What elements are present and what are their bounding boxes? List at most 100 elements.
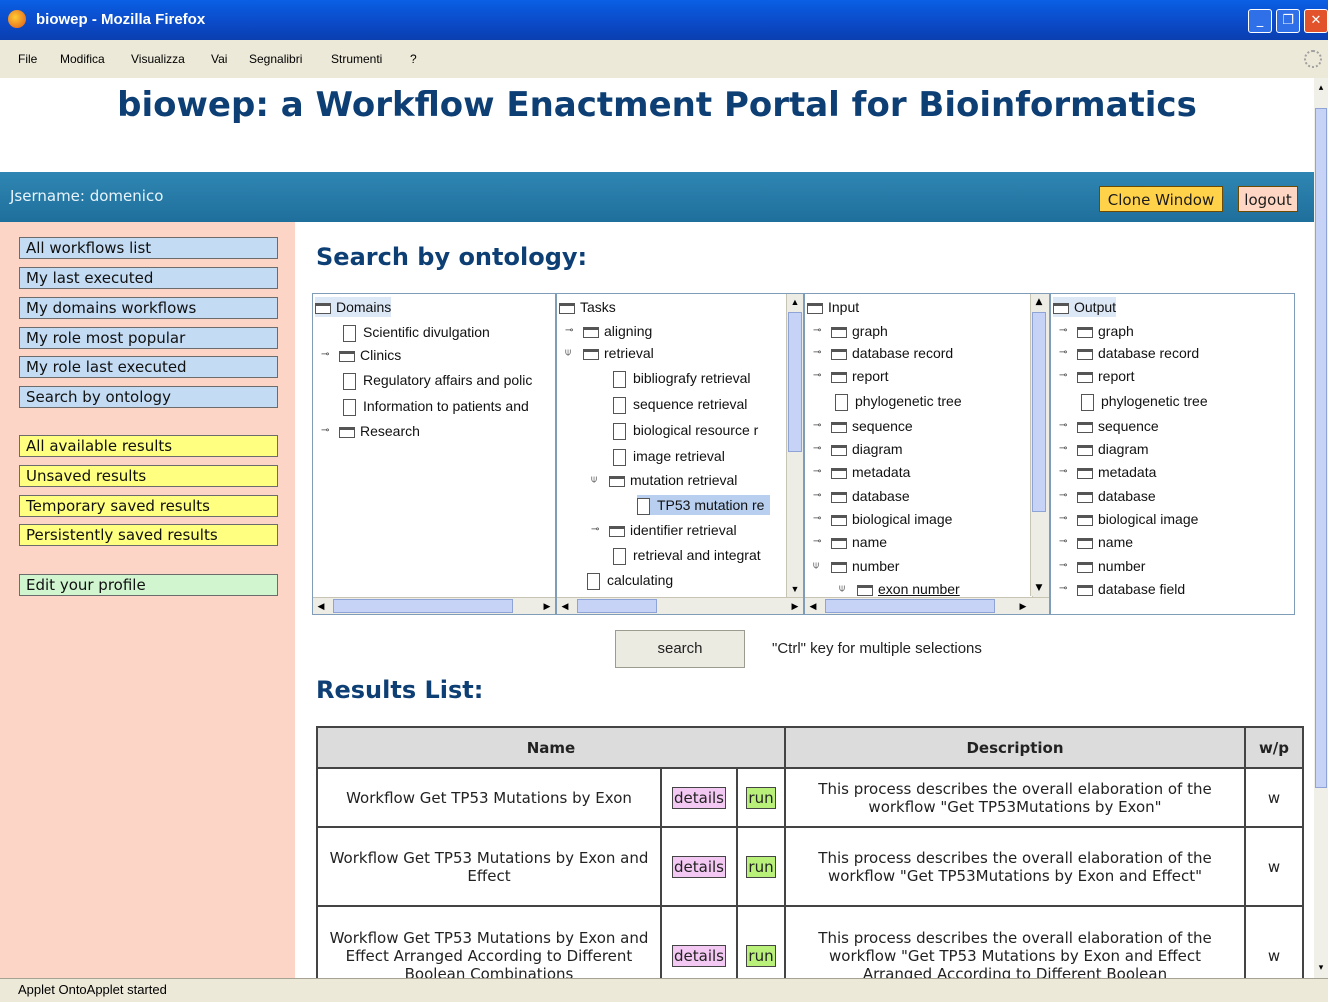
nav-my-role-last-executed[interactable]: My role last executed	[19, 356, 278, 378]
details-button[interactable]: details	[672, 855, 726, 878]
tree-node[interactable]: exon number	[857, 579, 960, 599]
expand-icon[interactable]: ⊸	[813, 347, 821, 358]
expand-icon[interactable]: ⊸	[1059, 325, 1067, 336]
tree-node[interactable]: database record	[831, 343, 953, 363]
nav-my-domains-workflows[interactable]: My domains workflows	[19, 297, 278, 319]
tree-node[interactable]: report	[831, 366, 889, 386]
scroll-right-icon[interactable]: ▶	[1015, 598, 1031, 614]
scroll-up-icon[interactable]: ▴	[1313, 80, 1328, 96]
domains-tree[interactable]: Domains Scientific divulgation ⊸ Clinics…	[312, 293, 556, 615]
tree-node[interactable]: biological image	[1077, 509, 1198, 529]
tree-node[interactable]: name	[1077, 532, 1133, 552]
expand-icon[interactable]: ⊸	[813, 420, 821, 431]
tree-node[interactable]: Output	[1053, 297, 1117, 317]
restore-button[interactable]: ❐	[1276, 9, 1300, 33]
menu-modifica[interactable]: Modifica	[60, 52, 105, 66]
menu-segnalibri[interactable]: Segnalibri	[249, 52, 302, 66]
scroll-thumb[interactable]	[333, 599, 513, 613]
page-vertical-scrollbar[interactable]: ▴ ▾	[1314, 78, 1328, 978]
scroll-up-icon[interactable]: ▲	[787, 294, 803, 310]
tree-node[interactable]: aligning	[583, 321, 652, 341]
menu-visualizza[interactable]: Visualizza	[131, 52, 185, 66]
clone-window-button[interactable]: Clone Window	[1099, 186, 1223, 212]
scroll-thumb[interactable]	[577, 599, 657, 613]
scroll-left-icon[interactable]: ◀	[805, 598, 821, 614]
nav-my-role-most-popular[interactable]: My role most popular	[19, 327, 278, 349]
expand-icon[interactable]: ⊸	[1059, 347, 1067, 358]
expand-icon[interactable]: ⊸	[813, 370, 821, 381]
menu-strumenti[interactable]: Strumenti	[331, 52, 382, 66]
expand-icon[interactable]: ⊸	[1059, 560, 1067, 571]
expand-icon[interactable]: ⊸	[1059, 583, 1067, 594]
collapse-icon[interactable]: ⍦	[565, 347, 571, 358]
scroll-left-icon[interactable]: ◀	[557, 598, 573, 614]
nav-persistently-saved-results[interactable]: Persistently saved results	[19, 524, 278, 546]
details-button[interactable]: details	[672, 945, 726, 967]
tree-node[interactable]: report	[1077, 366, 1135, 386]
close-button[interactable]: ✕	[1304, 9, 1328, 33]
tree-node[interactable]: sequence	[831, 416, 913, 436]
expand-icon[interactable]: ⊸	[1059, 513, 1067, 524]
logout-button[interactable]: logout	[1238, 186, 1298, 212]
expand-icon[interactable]: ⊸	[813, 325, 821, 336]
input-tree[interactable]: Input ⊸ graph ⊸ database record ⊸ report…	[804, 293, 1050, 615]
tree-node[interactable]: biological image	[831, 509, 952, 529]
search-button[interactable]: search	[615, 630, 745, 668]
tree-node[interactable]: Information to patients and	[343, 396, 529, 416]
tree-node-selected[interactable]: TP53 mutation re	[637, 495, 771, 515]
expand-icon[interactable]: ⊸	[1059, 420, 1067, 431]
run-button[interactable]: run	[746, 786, 776, 809]
scroll-right-icon[interactable]: ▶	[787, 598, 803, 614]
tree-node[interactable]: retrieval	[583, 343, 654, 363]
tree-node[interactable]: graph	[1077, 321, 1134, 341]
tree-node[interactable]: database	[831, 486, 910, 506]
menu-vai[interactable]: Vai	[211, 52, 227, 66]
tree-node[interactable]: mutation retrieval	[609, 470, 737, 490]
tree-node[interactable]: diagram	[831, 439, 903, 459]
tree-node[interactable]: calculating	[587, 570, 673, 590]
menu-help[interactable]: ?	[410, 52, 417, 66]
tree-node[interactable]: biological resource r	[613, 420, 758, 440]
expand-icon[interactable]: ⊸	[1059, 490, 1067, 501]
collapse-icon[interactable]: ⍦	[591, 474, 597, 485]
nav-edit-profile[interactable]: Edit your profile	[19, 574, 278, 596]
collapse-icon[interactable]: ⍦	[839, 583, 845, 594]
expand-icon[interactable]: ⊸	[321, 349, 329, 360]
details-button[interactable]: details	[672, 786, 726, 809]
scroll-down-icon[interactable]: ▾	[1313, 960, 1328, 976]
tree-node[interactable]: Domains	[315, 297, 392, 317]
tree-node[interactable]: image retrieval	[613, 446, 725, 466]
expand-icon[interactable]: ⊸	[813, 466, 821, 477]
run-button[interactable]: run	[746, 855, 776, 878]
scroll-down-icon[interactable]: ▼	[1031, 580, 1047, 596]
tree-node[interactable]: number	[1077, 556, 1145, 576]
nav-unsaved-results[interactable]: Unsaved results	[19, 465, 278, 487]
minimize-button[interactable]: _	[1248, 9, 1272, 33]
scroll-up-icon[interactable]: ▲	[1031, 294, 1047, 310]
tree-node[interactable]: database field	[1077, 579, 1185, 599]
menu-file[interactable]: File	[18, 52, 37, 66]
tree-node[interactable]: phylogenetic tree	[1081, 391, 1208, 411]
scroll-thumb[interactable]	[1315, 108, 1327, 788]
tasks-tree[interactable]: Tasks ⊸ aligning ⍦ retrieval bibliografy…	[556, 293, 804, 615]
expand-icon[interactable]: ⊸	[565, 325, 573, 336]
tree-node[interactable]: Research	[339, 421, 420, 441]
nav-my-last-executed[interactable]: My last executed	[19, 267, 278, 289]
tree-node[interactable]: identifier retrieval	[609, 520, 737, 540]
expand-icon[interactable]: ⊸	[1059, 370, 1067, 381]
collapse-icon[interactable]: ⍦	[813, 560, 819, 571]
tree-node[interactable]: metadata	[831, 462, 910, 482]
tree-node[interactable]: Tasks	[559, 297, 616, 317]
scroll-thumb[interactable]	[788, 312, 802, 452]
horizontal-scrollbar[interactable]: ◀ ▶	[557, 597, 803, 614]
horizontal-scrollbar[interactable]: ◀ ▶	[805, 597, 1049, 614]
output-tree[interactable]: Output ⊸ graph ⊸ database record ⊸ repor…	[1050, 293, 1295, 615]
scroll-down-icon[interactable]: ▼	[787, 581, 803, 597]
tree-node[interactable]: name	[831, 532, 887, 552]
tree-node[interactable]: number	[831, 556, 899, 576]
tree-node[interactable]: sequence retrieval	[613, 394, 747, 414]
tree-node[interactable]: graph	[831, 321, 888, 341]
expand-icon[interactable]: ⊸	[591, 524, 599, 535]
expand-icon[interactable]: ⊸	[813, 443, 821, 454]
tree-node[interactable]: Scientific divulgation	[343, 322, 490, 342]
